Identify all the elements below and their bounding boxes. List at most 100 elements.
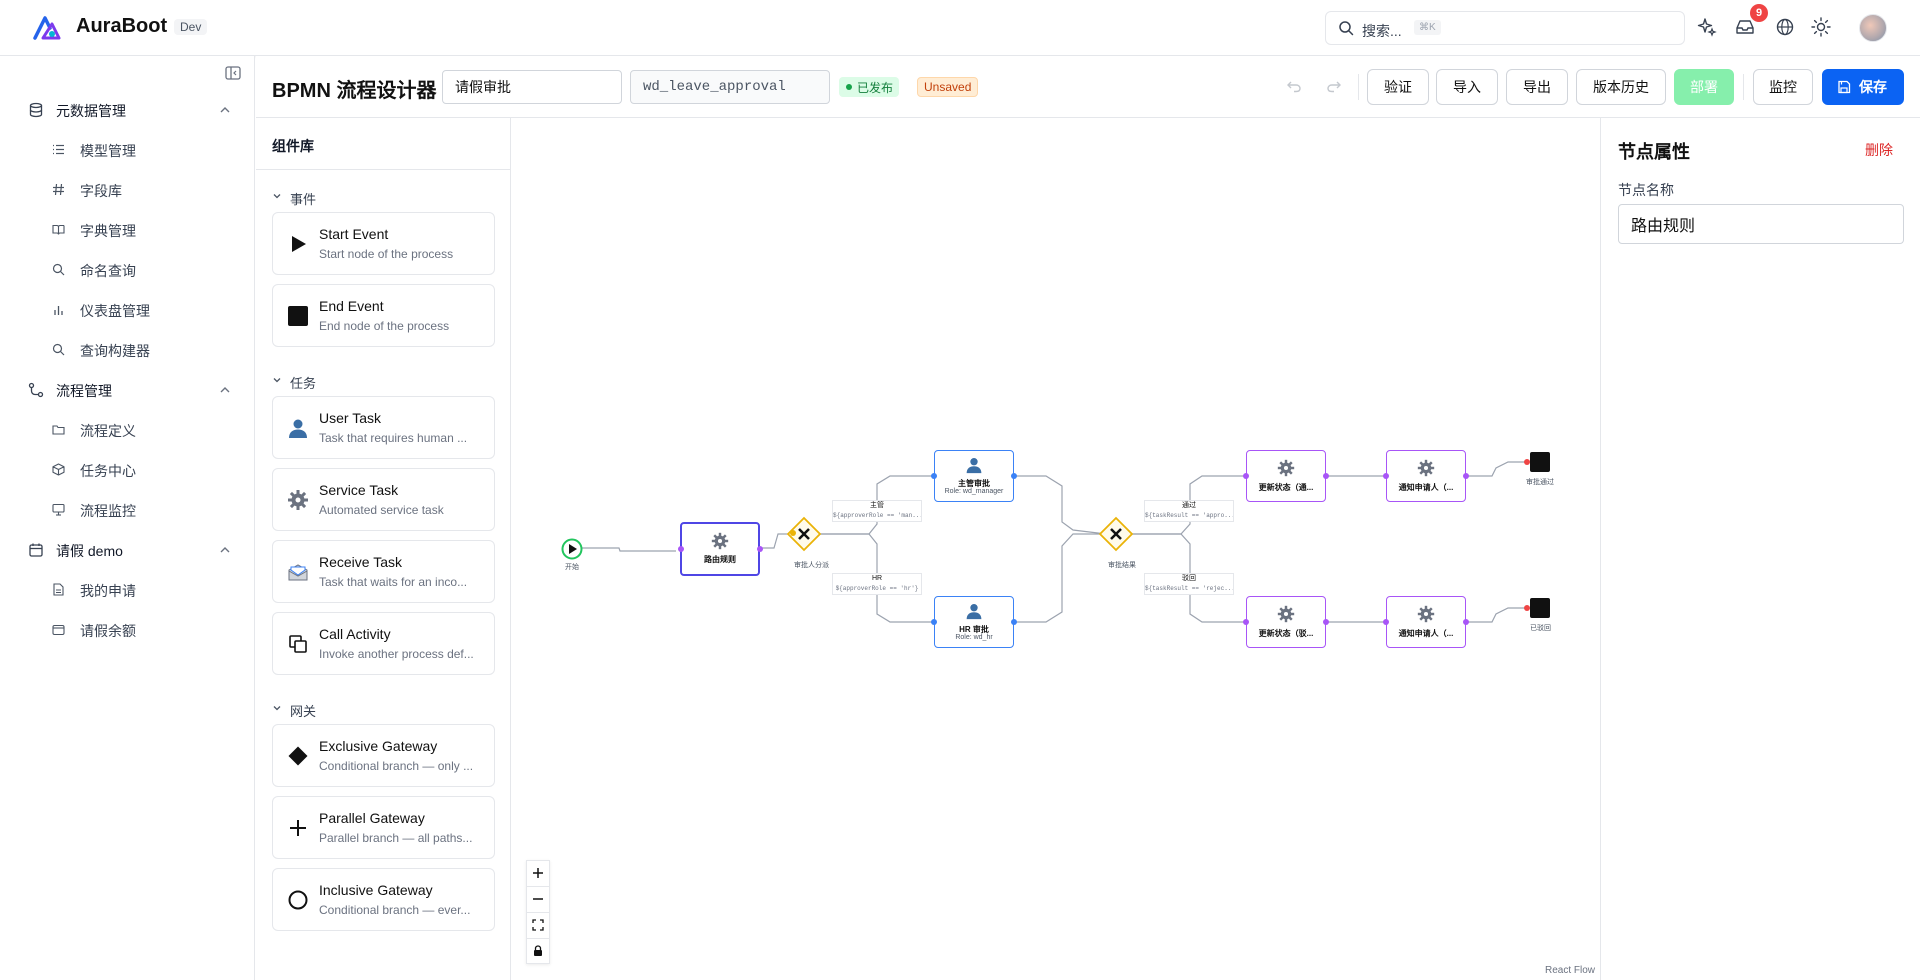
handle-dot[interactable] — [1524, 459, 1530, 465]
handle-dot[interactable] — [1383, 473, 1389, 479]
react-flow-attribution[interactable]: React Flow — [1545, 965, 1595, 976]
nav-group-label: 请假 demo — [56, 543, 123, 559]
palette-card-end-event[interactable]: End Event End node of the process — [272, 284, 495, 347]
palette-card-parallel-gateway[interactable]: Parallel Gateway Parallel branch — all p… — [272, 796, 495, 859]
zoom-in-button[interactable] — [527, 861, 549, 887]
handle-dot[interactable] — [1011, 619, 1017, 625]
handle-dot[interactable] — [1524, 605, 1530, 611]
edge-label-pass[interactable]: 通过 ${taskResult == 'appro... — [1144, 500, 1234, 522]
handle-dot[interactable] — [1463, 473, 1469, 479]
nav-group-leave-demo[interactable]: 请假 demo — [28, 538, 230, 562]
palette-card-user-task[interactable]: User Task Task that requires human ... — [272, 396, 495, 459]
palette-card-start-event[interactable]: Start Event Start node of the process — [272, 212, 495, 275]
nav-group-metadata[interactable]: 元数据管理 — [28, 98, 230, 122]
edge-label-reject[interactable]: 驳回 ${taskResult == 'rejec... — [1144, 573, 1234, 595]
validate-button[interactable]: 验证 — [1367, 69, 1429, 105]
sidebar-item-query-builder[interactable]: 查询构建器 — [52, 338, 232, 362]
hr-approval-node[interactable]: HR 审批 Role: wd_hr — [934, 596, 1014, 648]
sidebar-item-fields[interactable]: 字段库 — [52, 178, 232, 202]
fit-view-button[interactable] — [527, 913, 549, 939]
notify-applicant-reject-node[interactable]: 通知申请人（... — [1386, 596, 1466, 648]
node-role: Role: wd_manager — [944, 488, 1004, 495]
palette-card-exclusive-gateway[interactable]: Exclusive Gateway Conditional branch — o… — [272, 724, 495, 787]
sidebar-item-named-query[interactable]: 命名查询 — [52, 258, 232, 282]
edge-label-manager[interactable]: 主管 ${approverRole == 'man... — [832, 500, 922, 522]
delete-node-button[interactable]: 删除 — [1865, 140, 1893, 160]
deploy-button[interactable]: 部署 — [1674, 69, 1734, 105]
route-rule-node[interactable]: 路由规则 — [680, 522, 760, 576]
gear-icon — [1277, 459, 1295, 477]
edge-label-hr[interactable]: HR ${approverRole == 'hr'} — [832, 573, 922, 595]
nav-group-workflow[interactable]: 流程管理 — [28, 378, 230, 402]
sidebar-item-model[interactable]: 模型管理 — [52, 138, 232, 162]
redo-icon[interactable] — [1326, 78, 1342, 94]
sidebar-item-process-definition[interactable]: 流程定义 — [52, 418, 232, 442]
nav-group-label: 元数据管理 — [56, 103, 126, 119]
version-history-button[interactable]: 版本历史 — [1576, 69, 1666, 105]
lock-button[interactable] — [527, 939, 549, 965]
gear-icon — [1417, 459, 1435, 477]
zoom-out-button[interactable] — [527, 887, 549, 913]
flow-canvas[interactable]: 开始 路由规则 审批人分派 主管 ${approverRole == 'man.… — [512, 118, 1599, 980]
handle-dot[interactable] — [931, 619, 937, 625]
handle-dot[interactable] — [757, 546, 763, 552]
palette-card-inclusive-gateway[interactable]: Inclusive Gateway Conditional branch — e… — [272, 868, 495, 931]
sidebar-item-my-requests[interactable]: 我的申请 — [52, 578, 232, 602]
notify-applicant-pass-node[interactable]: 通知申请人（... — [1386, 450, 1466, 502]
end-event-pass-node[interactable] — [1528, 450, 1552, 474]
save-button[interactable]: 保存 — [1822, 69, 1904, 105]
handle-dot[interactable] — [1011, 473, 1017, 479]
edge-notify-end-reject — [1466, 607, 1526, 623]
sidebar-item-leave-balance[interactable]: 请假余额 — [52, 618, 232, 642]
palette-card-call-activity[interactable]: Call Activity Invoke another process def… — [272, 612, 495, 675]
user-avatar[interactable] — [1859, 14, 1887, 42]
manager-approval-node[interactable]: 主管审批 Role: wd_manager — [934, 450, 1014, 502]
update-status-pass-node[interactable]: 更新状态（通... — [1246, 450, 1326, 502]
palette-card-receive-task[interactable]: Receive Task Task that waits for an inco… — [272, 540, 495, 603]
auraboot-logo-icon[interactable] — [32, 14, 62, 42]
handle-dot[interactable] — [931, 473, 937, 479]
page-title: BPMN 流程设计器 — [272, 80, 437, 102]
handle-dot[interactable] — [1243, 473, 1249, 479]
hash-icon — [53, 183, 64, 196]
import-button[interactable]: 导入 — [1436, 69, 1498, 105]
sidebar-item-dictionary[interactable]: 字典管理 — [52, 218, 232, 242]
monitor-button[interactable]: 监控 — [1753, 69, 1813, 105]
end-event-reject-node[interactable] — [1528, 596, 1552, 620]
sidebar-item-task-center[interactable]: 任务中心 — [52, 458, 232, 482]
sun-icon[interactable] — [1810, 16, 1832, 38]
update-status-reject-node[interactable]: 更新状态（驳... — [1246, 596, 1326, 648]
brand-name[interactable]: AuraBoot — [76, 15, 167, 38]
global-search[interactable]: 搜索... ⌘K — [1325, 11, 1685, 45]
handle-dot[interactable] — [790, 530, 796, 536]
sidebar-item-dashboard[interactable]: 仪表盘管理 — [52, 298, 232, 322]
properties-panel: 节点属性 删除 节点名称 — [1600, 118, 1920, 980]
sidebar-item-process-monitor[interactable]: 流程监控 — [52, 498, 232, 522]
handle-dot[interactable] — [1323, 473, 1329, 479]
sidebar-collapse-icon[interactable] — [224, 64, 242, 82]
start-event-node[interactable] — [561, 538, 583, 560]
card-desc: End node of the process — [319, 319, 450, 333]
handle-dot[interactable] — [1463, 619, 1469, 625]
properties-title: 节点属性 — [1618, 142, 1690, 162]
process-key-input[interactable] — [630, 70, 830, 104]
node-name-input[interactable] — [1618, 204, 1904, 244]
handle-dot[interactable] — [1243, 619, 1249, 625]
undo-icon[interactable] — [1286, 78, 1302, 94]
ai-sparkle-icon[interactable] — [1696, 16, 1718, 38]
minus-icon — [533, 898, 543, 900]
envelope-icon — [288, 564, 308, 581]
card-desc: Conditional branch — only ... — [319, 759, 474, 773]
handle-dot[interactable] — [678, 546, 684, 552]
handle-dot[interactable] — [1383, 619, 1389, 625]
globe-icon[interactable] — [1774, 16, 1796, 38]
chevron-up-icon — [220, 547, 230, 553]
export-button[interactable]: 导出 — [1506, 69, 1568, 105]
search-icon — [52, 343, 65, 356]
handle-dot[interactable] — [1323, 619, 1329, 625]
palette-card-service-task[interactable]: Service Task Automated service task — [272, 468, 495, 531]
end-event-pass-label: 审批通过 — [1526, 479, 1554, 486]
gateway-result-node[interactable] — [1098, 516, 1134, 552]
palette-title: 组件库 — [272, 138, 314, 154]
process-name-input[interactable] — [442, 70, 622, 104]
